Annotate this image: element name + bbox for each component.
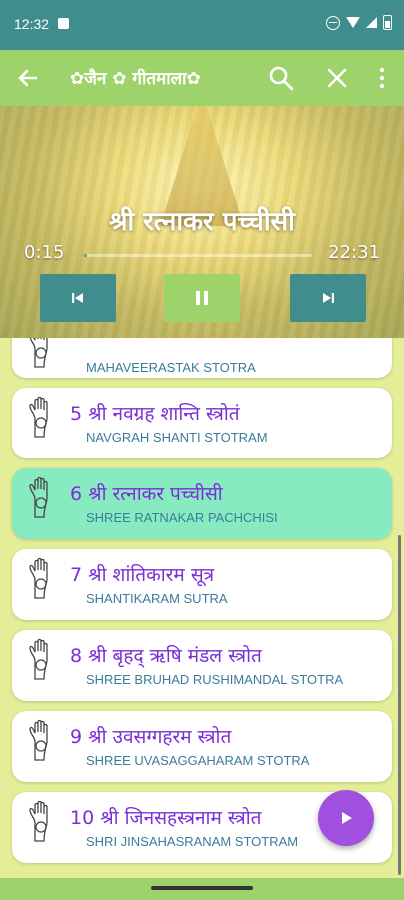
jain-hand-icon [29, 800, 48, 842]
jain-hand-icon [29, 396, 48, 438]
item-title-english: SHANTIKARAM SUTRA [86, 591, 228, 606]
item-title-english: SHRI JINSAHASRANAM STOTRAM [86, 834, 299, 849]
item-title-hindi: 8 श्री बृहद् ऋषि मंडल स्त्रोत [70, 645, 262, 667]
item-title-english: SHREE UVASAGGAHARAM STOTRA [86, 753, 310, 768]
close-icon[interactable] [322, 63, 352, 93]
list-scrollbar[interactable] [398, 535, 401, 875]
item-title-hindi: 9 श्री उवसग्गहरम स्त्रोत [70, 726, 232, 748]
seek-progress [84, 254, 87, 257]
more-options-icon[interactable] [372, 63, 392, 93]
list-item-active[interactable]: 6 श्री रत्नाकर पच्चीसी SHREE RATNAKAR PA… [12, 468, 392, 539]
play-fab-button[interactable] [318, 790, 374, 846]
item-title-hindi: 5 श्री नवग्रह शान्ति स्त्रोतं [70, 403, 240, 425]
search-icon[interactable] [266, 63, 296, 93]
jain-hand-icon [29, 338, 48, 368]
jain-hand-icon [29, 557, 48, 599]
signal-icon [366, 17, 377, 28]
previous-button[interactable] [40, 274, 116, 322]
total-time: 22:31 [328, 242, 380, 263]
do-not-disturb-icon [326, 15, 340, 30]
back-arrow-icon[interactable] [14, 64, 42, 92]
item-title-english: NAVGRAH SHANTI STOTRAM [86, 430, 268, 445]
next-button[interactable] [290, 274, 366, 322]
item-title-english: SHREE BRUHAD RUSHIMANDAL STOTRA [86, 672, 344, 687]
status-bar: 12:32 [0, 0, 404, 50]
jain-hand-icon [29, 476, 48, 518]
list-item[interactable]: 9 श्री उवसग्गहरम स्त्रोत SHREE UVASAGGAH… [12, 711, 392, 782]
wifi-icon [346, 17, 360, 28]
current-time: 0:15 [24, 242, 65, 263]
skip-next-icon [323, 293, 334, 303]
list-item[interactable]: MAHAVEERASTAK STOTRA [12, 338, 392, 378]
status-time: 12:32 [14, 16, 50, 32]
app-bar: ✿जैन ✿ गीतमाला✿ [0, 50, 404, 106]
home-gesture-handle[interactable] [151, 886, 253, 890]
skip-previous-icon [72, 293, 83, 303]
jain-hand-icon [29, 719, 48, 761]
play-icon [342, 812, 352, 824]
notification-icon [58, 18, 69, 29]
pause-icon [196, 291, 208, 305]
now-playing-title: श्री रत्नाकर पच्चीसी [109, 207, 295, 237]
item-title-hindi: 10 श्री जिनसहस्त्रनाम स्त्रोत [70, 807, 262, 829]
app-title: ✿जैन ✿ गीतमाला✿ [70, 69, 201, 89]
battery-icon [383, 15, 392, 30]
list-item[interactable]: 8 श्री बृहद् ऋषि मंडल स्त्रोत SHREE BRUH… [12, 630, 392, 701]
list-item[interactable]: 5 श्री नवग्रह शान्ति स्त्रोतं NAVGRAH SH… [12, 388, 392, 458]
system-nav-bar [0, 878, 404, 900]
item-title-english: MAHAVEERASTAK STOTRA [86, 360, 256, 375]
status-icons [326, 15, 392, 30]
seek-bar[interactable] [84, 254, 312, 257]
item-title-hindi: 6 श्री रत्नाकर पच्चीसी [70, 483, 223, 505]
pause-button[interactable] [164, 274, 240, 322]
item-title-hindi: 7 श्री शांतिकारम सूत्र [70, 564, 215, 586]
player-panel: श्री रत्नाकर पच्चीसी 0:15 22:31 [0, 106, 404, 338]
item-title-english: SHREE RATNAKAR PACHCHISI [86, 510, 278, 525]
list-item[interactable]: 7 श्री शांतिकारम सूत्र SHANTIKARAM SUTRA [12, 549, 392, 620]
jain-hand-icon [29, 638, 48, 680]
